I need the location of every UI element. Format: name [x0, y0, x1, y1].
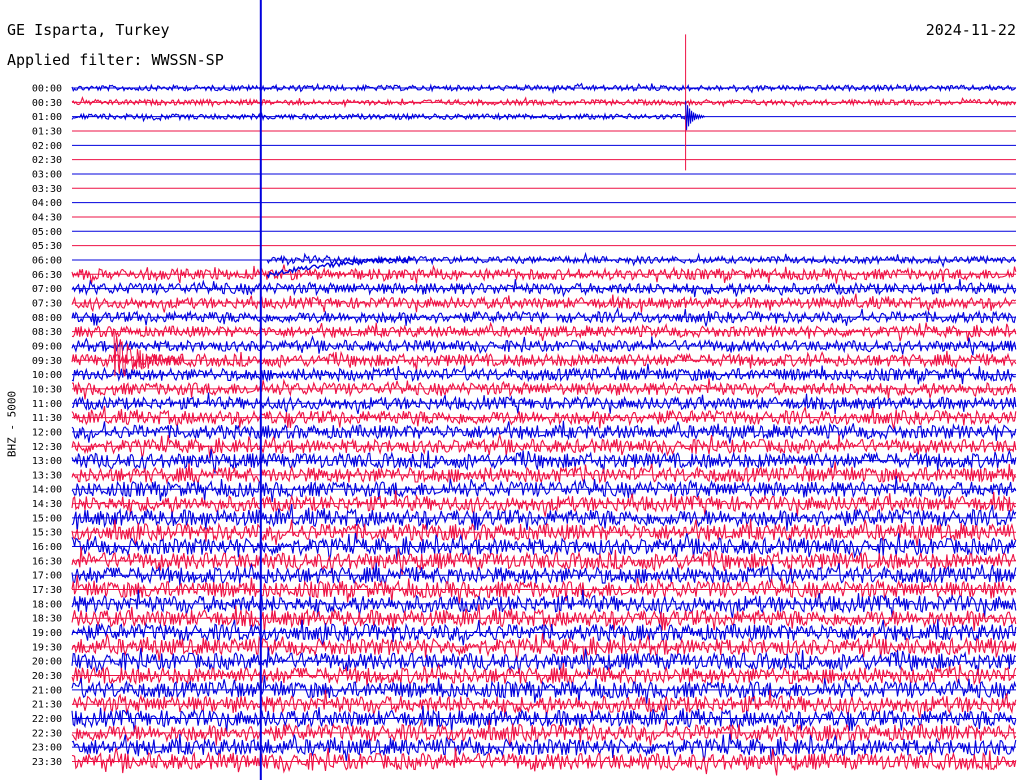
row-time-label: 18:00 [32, 599, 62, 610]
row-time-label: 10:00 [32, 370, 62, 381]
event-burst [113, 331, 184, 377]
row-time-label: 08:00 [32, 313, 62, 324]
row-time-label: 04:30 [32, 212, 62, 223]
row-time-label: 17:00 [32, 571, 62, 582]
row-time-label: 21:00 [32, 685, 62, 696]
row-time-label: 12:30 [32, 442, 62, 453]
row-time-label: 03:00 [32, 169, 62, 180]
event-coda [685, 100, 706, 131]
row-time-label: 12:00 [32, 427, 62, 438]
trace-lines [71, 82, 1017, 776]
trace-signal [71, 350, 1017, 371]
row-time-label: 20:00 [32, 657, 62, 668]
row-time-label: 23:30 [32, 757, 62, 768]
row-time-label: 18:30 [32, 614, 62, 625]
row-time-label: 14:30 [32, 499, 62, 510]
trace-signal [71, 310, 550, 326]
helicorder-plot: 00:00 00:30 01:00 01:30 02:00 02:30 03:00 03:30… [32, 0, 1017, 780]
row-time-label: 13:30 [32, 470, 62, 481]
row-time-label: 10:30 [32, 384, 62, 395]
row-time-label: 11:30 [32, 413, 62, 424]
row-time-label: 00:00 [32, 84, 62, 95]
row-time-label: 01:00 [32, 112, 62, 123]
row-time-label: 09:30 [32, 356, 62, 367]
trace-signal [71, 278, 1017, 298]
row-time-label: 07:30 [32, 298, 62, 309]
row-time-label: 03:30 [32, 184, 62, 195]
row-time-label: 22:00 [32, 714, 62, 725]
row-time-label: 15:00 [32, 513, 62, 524]
row-time-label: 02:30 [32, 155, 62, 166]
row-time-label: 06:00 [32, 255, 62, 266]
row-time-label: 09:00 [32, 341, 62, 352]
row-time-label: 14:00 [32, 485, 62, 496]
row-time-label: 20:30 [32, 671, 62, 682]
row-time-label: 04:00 [32, 198, 62, 209]
trace-signal [71, 112, 687, 123]
row-time-label: 16:00 [32, 542, 62, 553]
row-time-label: 21:30 [32, 700, 62, 711]
row-time-label: 23:00 [32, 743, 62, 754]
row-time-label: 22:30 [32, 728, 62, 739]
row-time-label: 02:00 [32, 141, 62, 152]
row-time-label: 01:30 [32, 126, 62, 137]
row-time-label: 05:00 [32, 227, 62, 238]
row-time-label: 16:30 [32, 556, 62, 567]
row-time-label: 06:30 [32, 270, 62, 281]
row-labels: 00:00 00:30 01:00 01:30 02:00 02:30 03:00 03:30… [32, 84, 62, 769]
row-time-label: 11:00 [32, 399, 62, 410]
row-time-label: 08:30 [32, 327, 62, 338]
row-time-label: 07:00 [32, 284, 62, 295]
row-time-label: 13:00 [32, 456, 62, 467]
row-time-label: 19:00 [32, 628, 62, 639]
trace-signal [71, 82, 1017, 95]
trace-signal [71, 363, 1016, 385]
row-time-label: 00:30 [32, 98, 62, 109]
row-time-label: 17:30 [32, 585, 62, 596]
row-time-label: 05:30 [32, 241, 62, 252]
row-time-label: 19:30 [32, 642, 62, 653]
row-time-label: 15:30 [32, 528, 62, 539]
